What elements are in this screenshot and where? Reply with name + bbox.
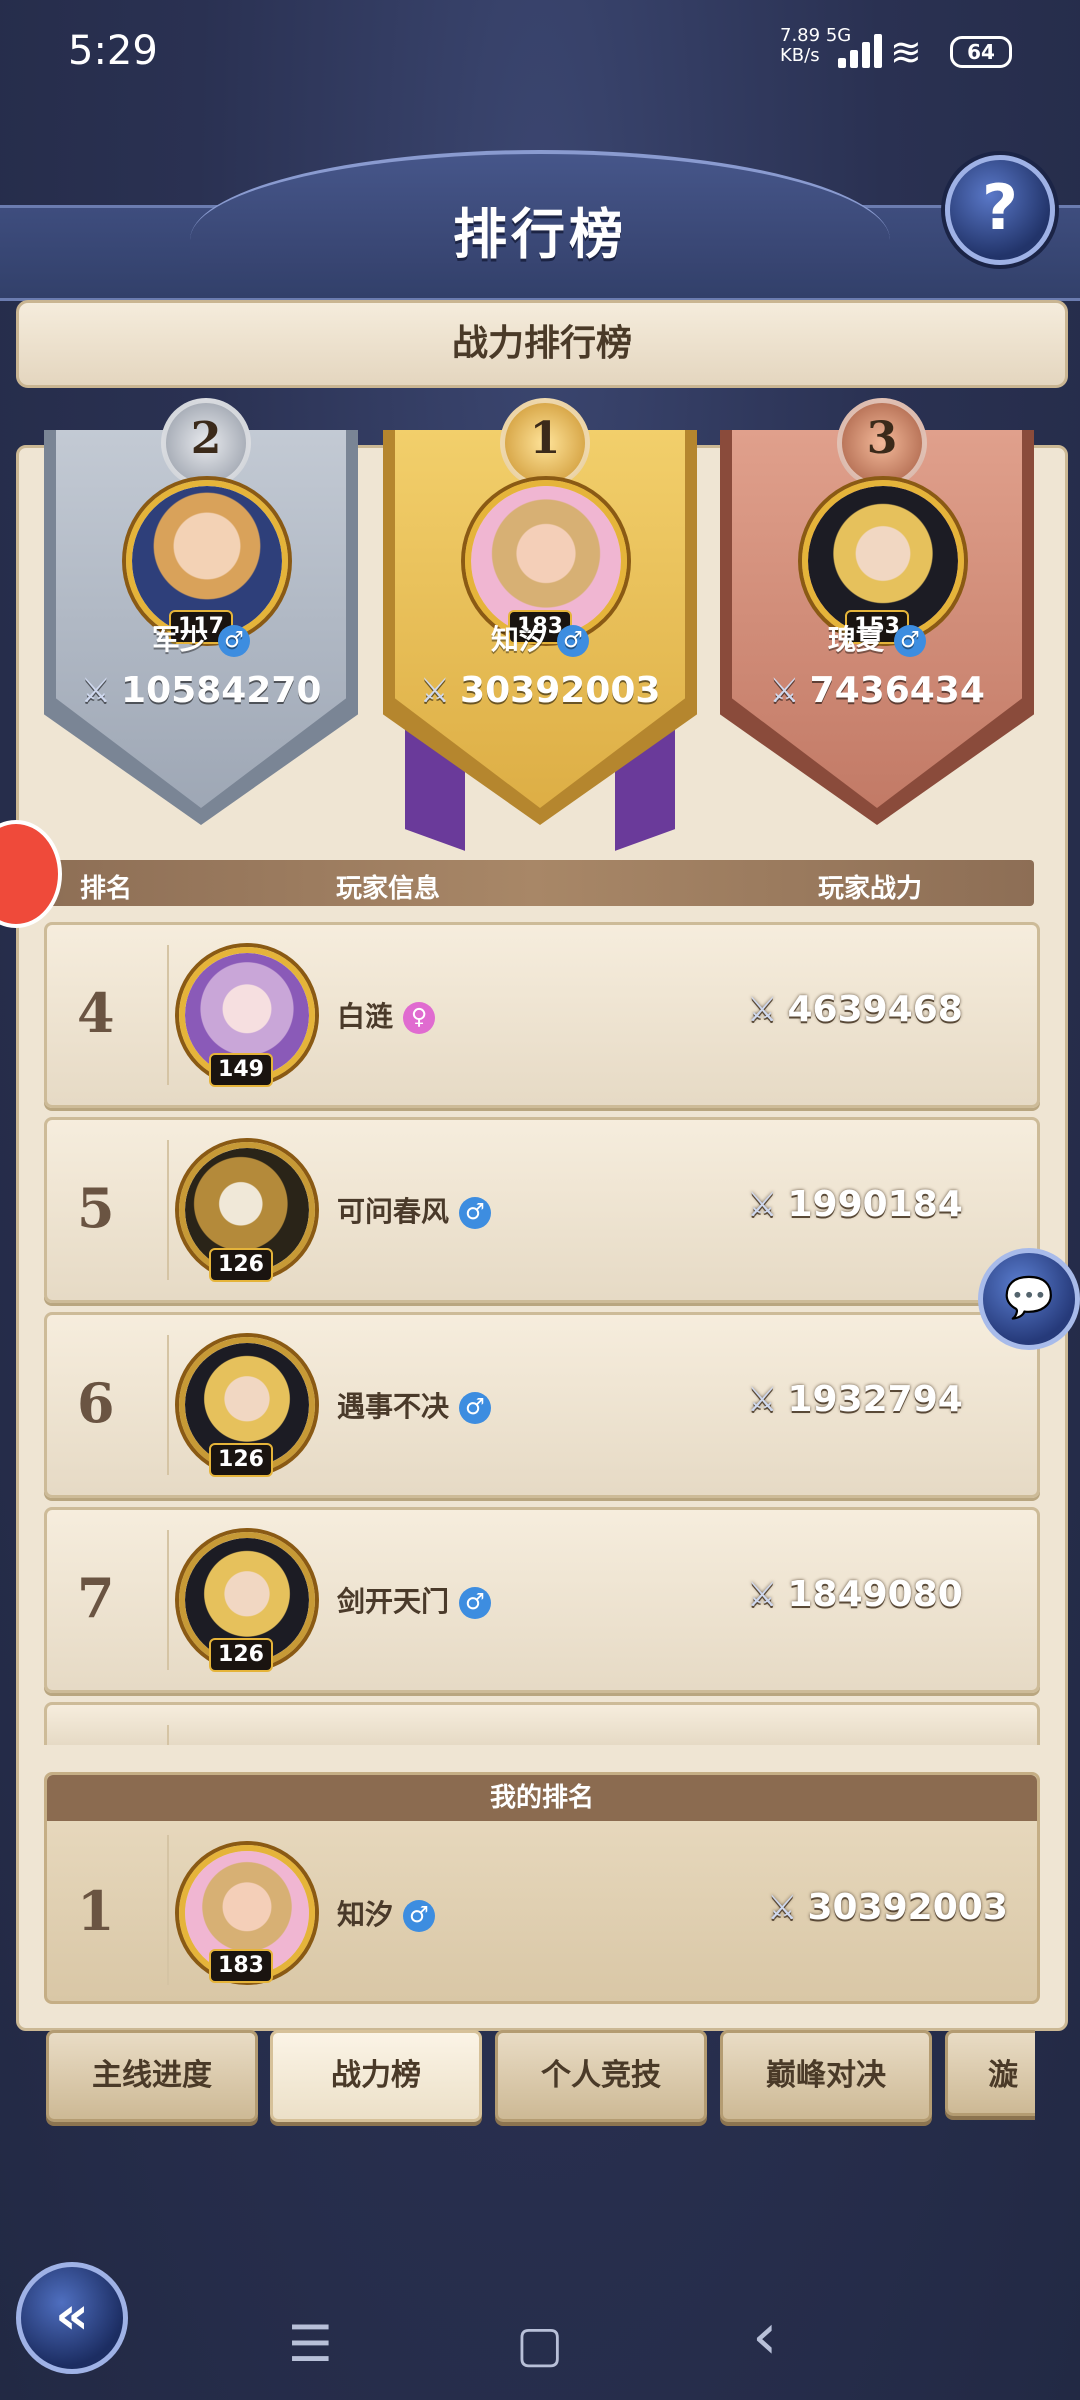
player-power: ⚔ 7436434	[769, 670, 985, 711]
rank-number: 5	[77, 1176, 115, 1240]
table-row[interactable]: 6 126 遇事不决 ♂ ⚔ 1932794	[44, 1312, 1040, 1498]
male-icon: ♂	[218, 625, 250, 657]
podium-first[interactable]: 1 183 知汐 ♂ ⚔ 30392003	[383, 398, 697, 851]
wifi-icon: ≋	[890, 30, 922, 74]
swords-icon: ⚔	[747, 1185, 778, 1225]
level-badge: 183	[209, 1949, 273, 1983]
player-name: 瑰夏 ♂	[720, 618, 1034, 658]
medal-icon: 2	[161, 398, 251, 488]
swords-icon: ⚔	[747, 990, 778, 1030]
tab-peak-duel[interactable]: 巅峰对决	[720, 2030, 932, 2122]
player-power: ⚔ 30392003	[767, 1887, 1008, 1928]
swords-icon: ⚔	[419, 671, 451, 711]
rank-number: 1	[77, 1879, 115, 1943]
status-bar: 5:29 7.89 5G KB/s ≋ 64	[0, 0, 1080, 100]
level-badge: 149	[209, 1053, 273, 1087]
swords-icon: ⚔	[767, 1888, 798, 1928]
table-row[interactable]: 5 126 可问春风 ♂ ⚔ 1990184	[44, 1117, 1040, 1303]
player-power: ⚔ 10584270	[80, 670, 322, 711]
battery-icon: 64	[950, 36, 1012, 68]
menu-icon[interactable]: ☰	[288, 2315, 333, 2373]
table-header: 排名 玩家信息 玩家战力	[34, 860, 1034, 906]
tab-more[interactable]: 漩	[945, 2030, 1035, 2116]
podium-third[interactable]: 3 153 瑰夏 ♂ ⚔ 7436434	[720, 398, 1034, 825]
tab-power-ranking[interactable]: 战力榜	[270, 2030, 482, 2122]
medal-icon: 3	[837, 398, 927, 488]
table-row[interactable]: 7 126 剑开天门 ♂ ⚔ 1849080	[44, 1507, 1040, 1693]
medal-icon: 1	[500, 398, 590, 488]
swords-icon: ⚔	[769, 671, 800, 711]
player-name: 军少 ♂	[44, 618, 358, 658]
player-name: 剑开天门 ♂	[337, 1580, 492, 1620]
my-rank-title: 我的排名	[47, 1775, 1037, 1821]
subtitle: 战力排行榜	[451, 323, 632, 364]
swords-icon: ⚔	[747, 1380, 778, 1420]
male-icon: ♂	[459, 1197, 492, 1229]
male-icon: ♂	[459, 1587, 492, 1619]
player-power: ⚔ 1990184	[747, 1184, 963, 1225]
my-rank-box[interactable]: 我的排名 1 183 知汐 ♂ ⚔ 30392003	[44, 1772, 1040, 2004]
swords-icon: ⚔	[80, 671, 112, 711]
swords-icon: ⚔	[747, 1575, 778, 1615]
rank-number: 7	[77, 1566, 115, 1630]
status-time: 5:29	[68, 28, 158, 74]
player-name: 白涟 ♀	[337, 995, 436, 1035]
subtitle-bar: 战力排行榜	[16, 300, 1068, 388]
tab-arena[interactable]: 个人竞技	[495, 2030, 707, 2122]
column-info: 玩家信息	[336, 874, 441, 904]
level-badge: 126	[209, 1638, 273, 1672]
signal-icon	[838, 34, 882, 68]
player-power: ⚔ 1849080	[747, 1574, 963, 1615]
page-title: 排行榜	[453, 203, 627, 266]
female-icon: ♀	[403, 1002, 436, 1034]
table-row-partial[interactable]	[44, 1702, 1040, 1745]
table-row[interactable]: 4 149 白涟 ♀ ⚔ 4639468	[44, 922, 1040, 1108]
male-icon: ♂	[459, 1392, 492, 1424]
back-icon[interactable]: ‹	[752, 2300, 778, 2374]
column-power: 玩家战力	[818, 874, 923, 904]
male-icon: ♂	[403, 1900, 436, 1932]
male-icon: ♂	[557, 625, 589, 657]
level-badge: 126	[209, 1248, 273, 1282]
player-name: 遇事不决 ♂	[337, 1385, 492, 1425]
podium-second[interactable]: 2 117 军少 ♂ ⚔ 10584270	[44, 398, 358, 825]
player-power: ⚔ 30392003	[419, 670, 661, 711]
rank-number: 4	[77, 981, 115, 1045]
column-rank: 排名	[80, 874, 133, 904]
player-name: 知汐 ♂	[337, 1893, 436, 1933]
player-power: ⚔ 1932794	[747, 1379, 963, 1420]
level-badge: 126	[209, 1443, 273, 1477]
male-icon: ♂	[894, 625, 926, 657]
rank-number: 6	[77, 1371, 115, 1435]
player-name: 可问春风 ♂	[337, 1190, 492, 1230]
help-button[interactable]: ?	[945, 155, 1055, 265]
player-name: 知汐 ♂	[383, 618, 697, 658]
home-icon[interactable]: ▢	[516, 2315, 563, 2373]
chat-button[interactable]: 💬	[978, 1248, 1080, 1350]
tab-main-progress[interactable]: 主线进度	[46, 2030, 258, 2122]
player-power: ⚔ 4639468	[747, 989, 963, 1030]
